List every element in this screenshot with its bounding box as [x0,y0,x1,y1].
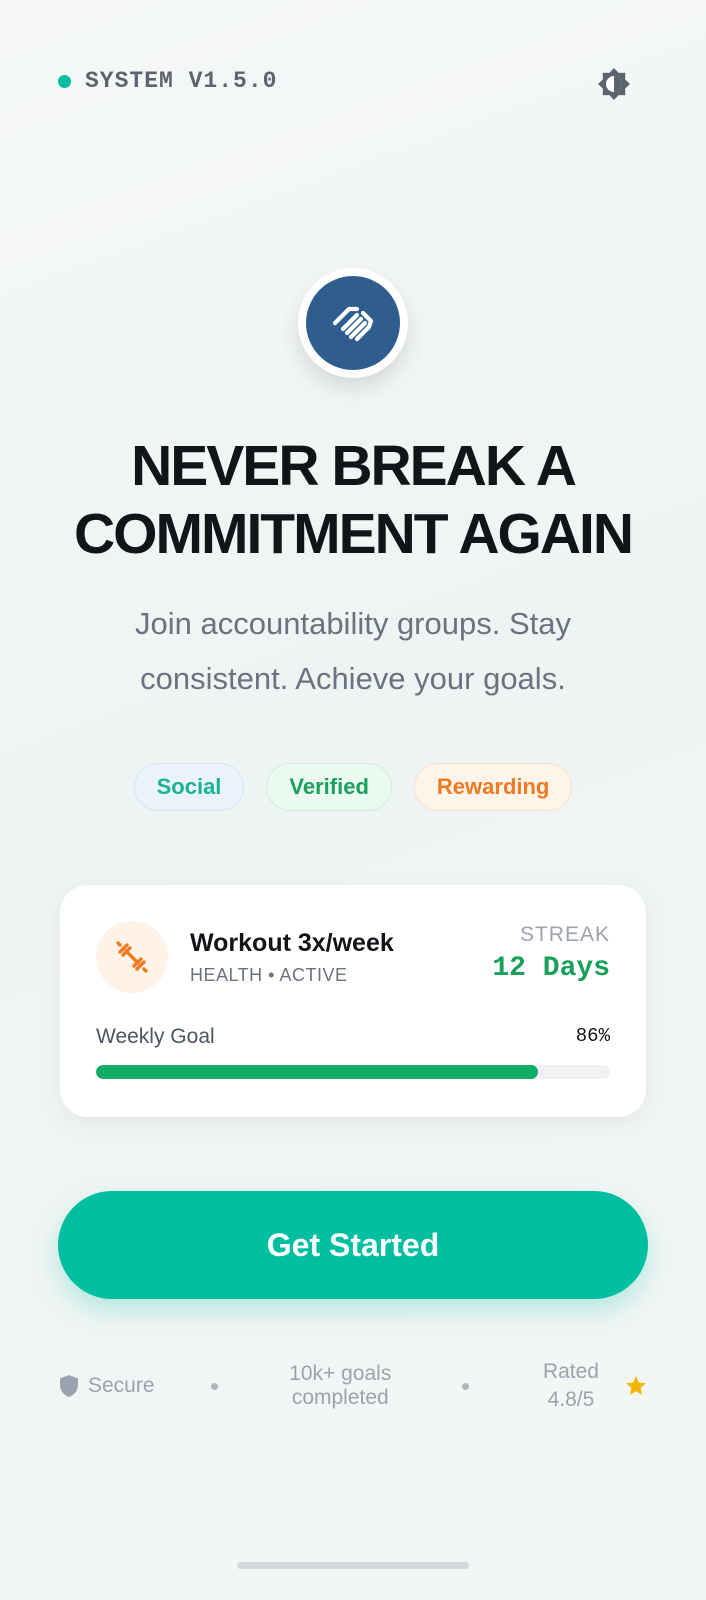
rating-line-1: Rated [542,1360,599,1383]
goals-completed-stat: 10k+ goals completed [275,1362,405,1410]
rating-text: Rated 4.8/5 [526,1358,616,1414]
feature-chips: Social Verified Rewarding [0,763,706,811]
home-indicator[interactable] [237,1562,469,1569]
app-logo [298,268,408,378]
theme-toggle-button[interactable] [594,64,634,104]
goal-preview-card: Workout 3x/week HEALTH • ACTIVE STREAK 1… [60,885,646,1117]
rating-badge: Rated 4.8/5 [526,1358,648,1414]
subtitle-line-1: Join accountability groups. Stay [135,606,571,641]
goal-title: Workout 3x/week [190,929,394,957]
progress-fill [96,1065,539,1079]
system-version: SYSTEM V1.5.0 [85,68,278,94]
status-dot [58,74,71,88]
logo-circle [306,276,400,370]
system-status: SYSTEM V1.5.0 [58,68,277,94]
weekly-goal-percent: 86% [575,1025,610,1047]
weekly-goal-label: Weekly Goal [96,1025,215,1048]
chip-social: Social [133,763,245,811]
get-started-button[interactable]: Get Started [58,1191,648,1299]
rating-line-2: 4.8/5 [547,1388,595,1411]
separator-dot [462,1382,470,1390]
handshake-icon [332,306,374,342]
secure-label: Secure [88,1374,155,1397]
stats-line-2: completed [291,1386,389,1409]
goal-icon-badge [96,921,168,993]
subtitle: Join accountability groups. Stay consist… [0,596,706,706]
streak-label: STREAK [519,923,610,946]
headline-line-2: COMMITMENT AGAIN [74,502,634,566]
headline: NEVER BREAK A COMMITMENT AGAIN [0,432,706,568]
chip-rewarding: Rewarding [413,763,573,811]
goal-category: HEALTH • ACTIVE [190,965,348,985]
chip-verified: Verified [266,763,392,811]
headline-line-1: NEVER BREAK A [131,434,577,498]
dumbbell-icon [116,941,148,973]
weekly-goal-progress-bar [96,1065,610,1079]
star-icon [625,1376,646,1395]
trust-footer: Secure 10k+ goals completed Rated 4.8/5 [58,1356,648,1416]
stats-line-1: 10k+ goals [289,1362,392,1385]
shield-icon [60,1375,78,1397]
streak-value: 12 Days [492,953,610,984]
brightness-icon [598,68,630,100]
separator-dot [211,1382,219,1390]
subtitle-line-2: consistent. Achieve your goals. [140,661,566,696]
secure-badge: Secure [58,1372,155,1400]
